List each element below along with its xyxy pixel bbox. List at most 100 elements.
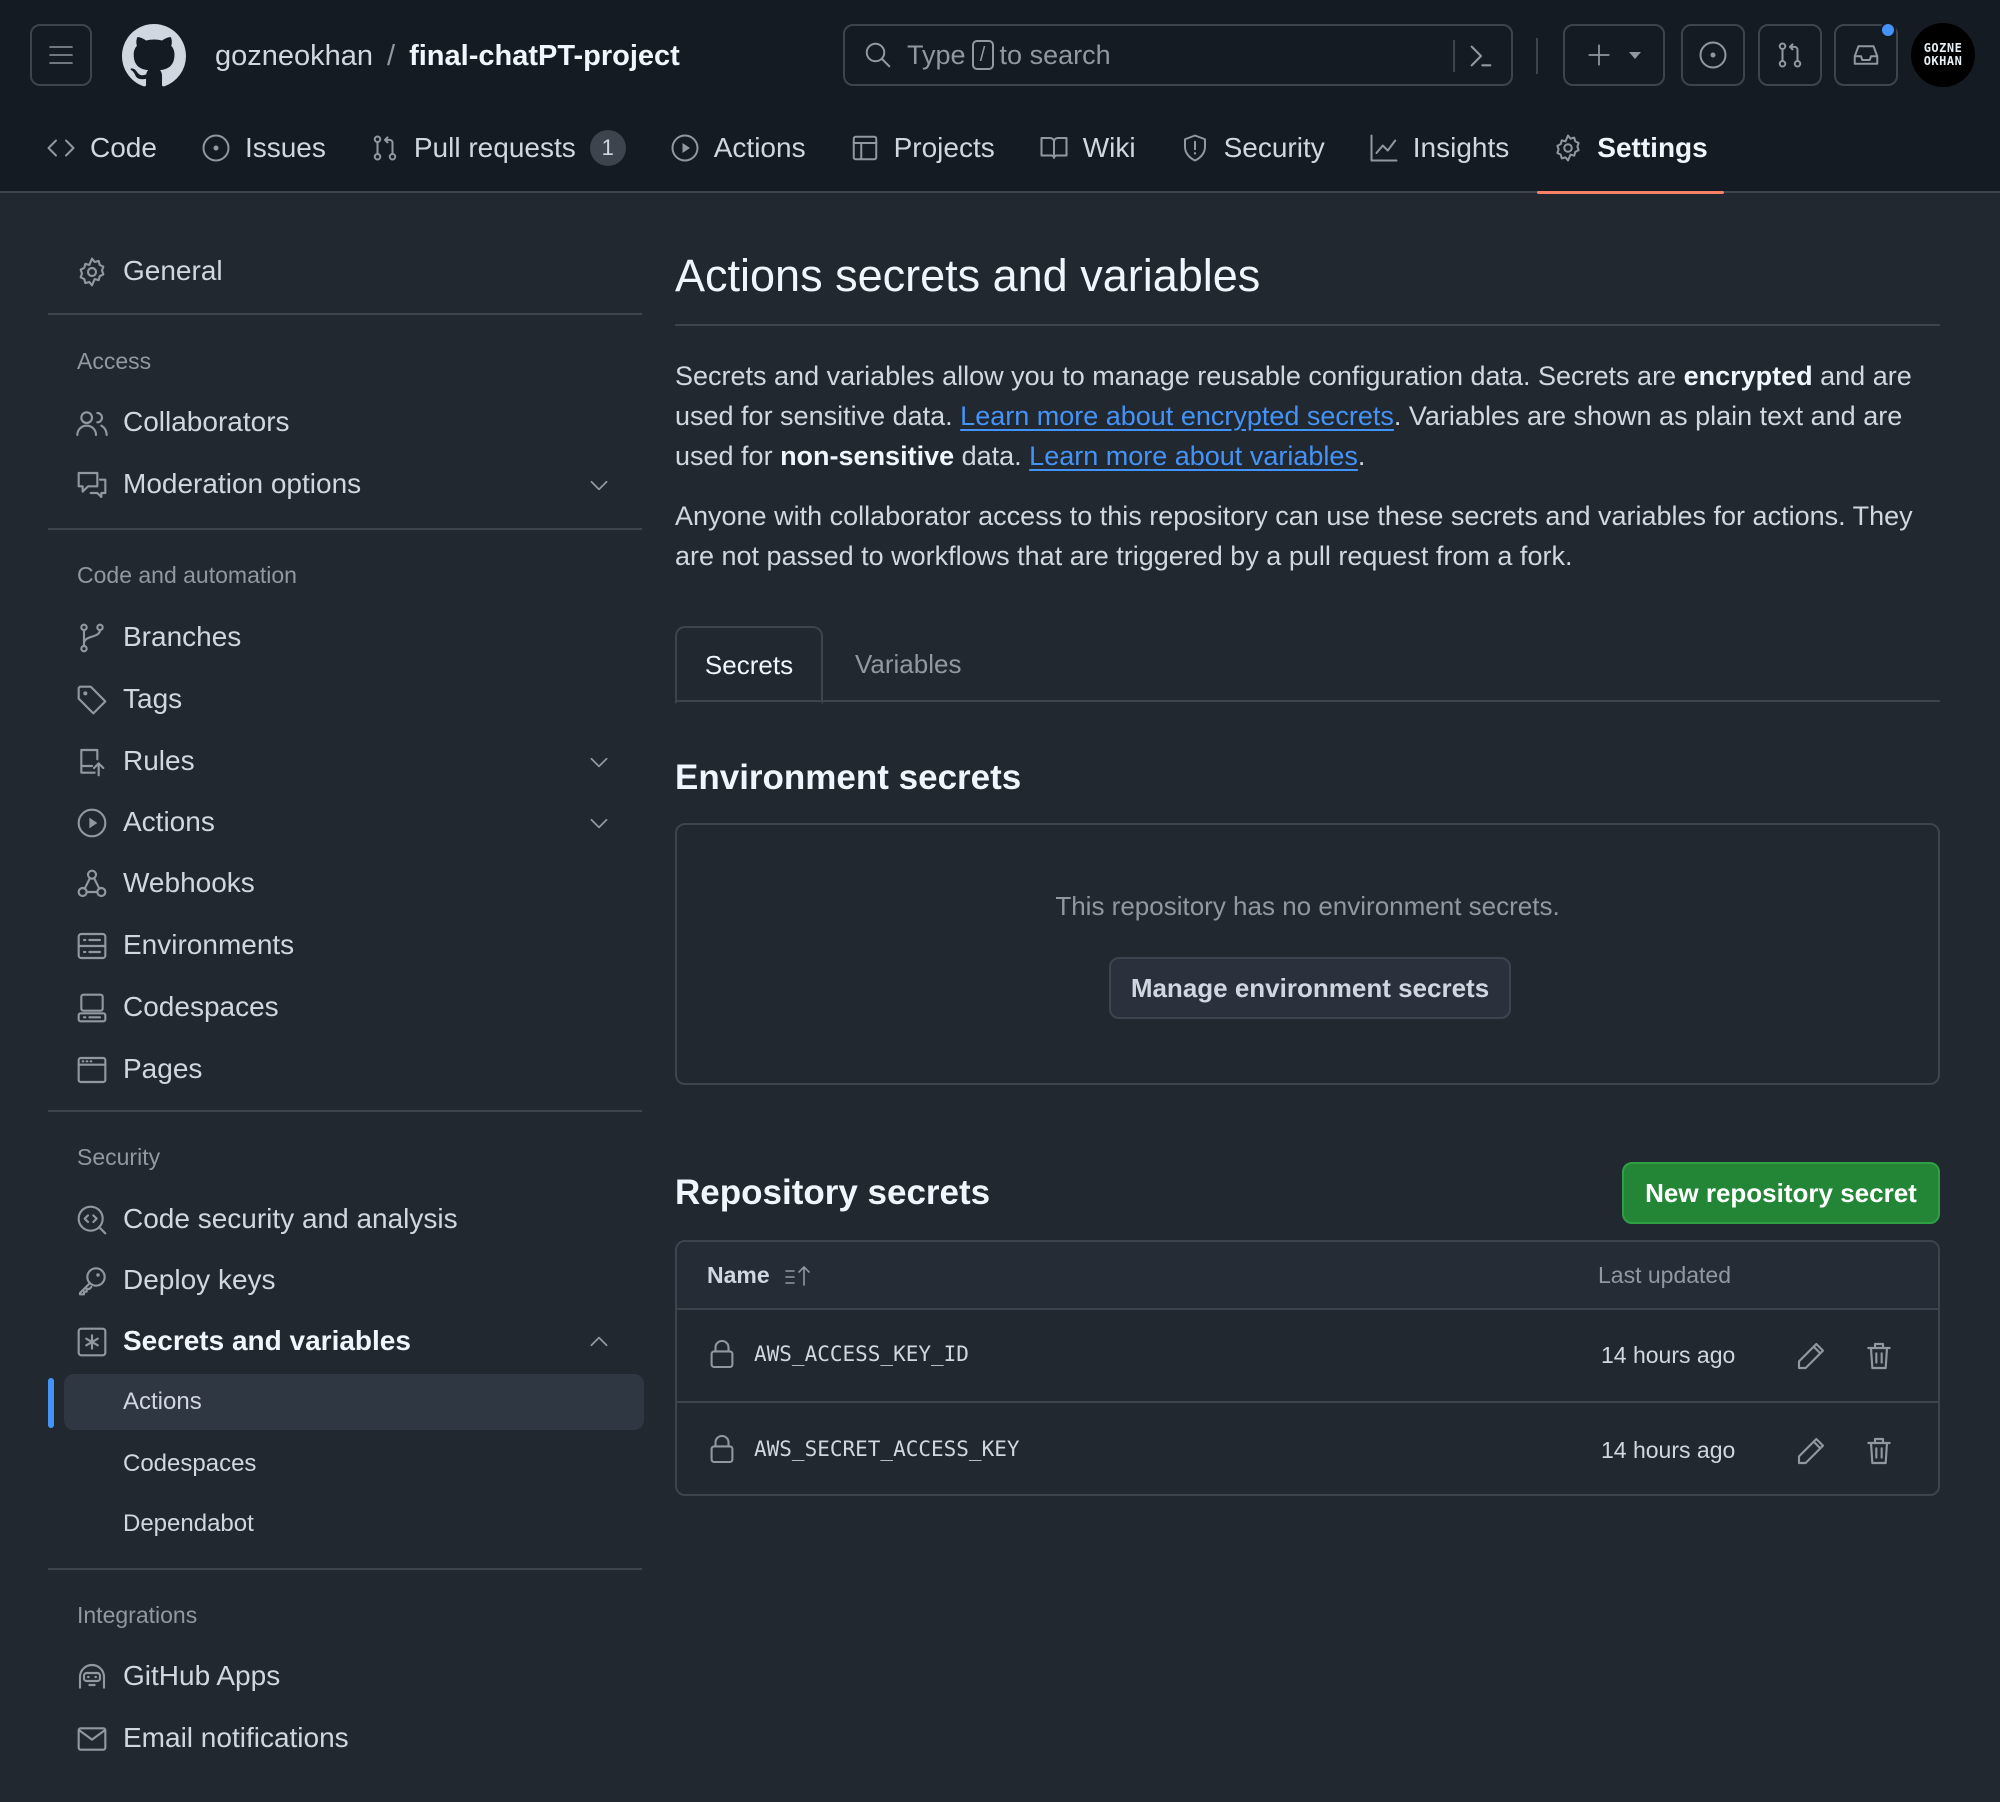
sidebar-subitem-dependabot[interactable]: Dependabot — [64, 1496, 644, 1552]
sidebar-heading-security: Security — [77, 1144, 161, 1170]
repository-secrets-table: Name Last updated AWS_ACCESS_KEY_ID 14 h… — [675, 1240, 1940, 1496]
sidebar-subitem-actions[interactable]: Actions — [64, 1374, 644, 1430]
repository-secrets-heading: Repository secrets — [675, 1173, 991, 1212]
pencil-icon[interactable] — [1795, 1435, 1827, 1467]
sidebar-item-codespaces[interactable]: Codespaces — [48, 980, 642, 1034]
tab-label: Projects — [893, 132, 995, 163]
search-placeholder-pre: Type — [907, 39, 966, 70]
tab-pull-requests[interactable]: Pull requests 1 — [370, 118, 626, 178]
sidebar-item-label: Deploy keys — [123, 1264, 276, 1295]
sidebar-item-general[interactable]: General — [48, 244, 642, 298]
lock-icon — [710, 1434, 734, 1464]
sidebar-divider — [48, 313, 642, 315]
tab-code[interactable]: Code — [46, 118, 157, 178]
tab-projects[interactable]: Projects — [850, 118, 995, 178]
sidebar-item-webhooks[interactable]: Webhooks — [48, 856, 642, 910]
avatar[interactable]: GOZNE OKHAN — [1911, 23, 1975, 87]
your-issues-button[interactable] — [1681, 24, 1745, 86]
sidebar-item-tags[interactable]: Tags — [48, 672, 642, 726]
sidebar-item-environments[interactable]: Environments — [48, 918, 642, 972]
header-divider — [1536, 38, 1538, 74]
chevron-up-icon[interactable] — [586, 1329, 612, 1355]
tab-label: Insights — [1412, 132, 1510, 163]
sidebar-item-deploy-keys[interactable]: Deploy keys — [48, 1253, 642, 1307]
avatar-text-line2: OKHAN — [1923, 54, 1963, 68]
sidebar-item-pages[interactable]: Pages — [48, 1042, 642, 1096]
server-icon — [77, 932, 107, 960]
sidebar-item-github-apps[interactable]: GitHub Apps — [48, 1649, 642, 1703]
new-repository-secret-button[interactable]: New repository secret — [1622, 1162, 1940, 1224]
sidebar-item-actions[interactable]: Actions — [48, 795, 642, 849]
issue-opened-icon — [1699, 41, 1727, 69]
manage-environment-secrets-button[interactable]: Manage environment secrets — [1109, 957, 1511, 1019]
sidebar-heading-code-automation: Code and automation — [77, 562, 297, 588]
create-new-button[interactable] — [1563, 24, 1665, 86]
tab-wiki[interactable]: Wiki — [1039, 118, 1136, 178]
table-header: Name Last updated — [677, 1242, 1938, 1310]
shield-icon — [1183, 134, 1206, 162]
comment-discussion-icon — [77, 471, 107, 499]
sidebar-item-label: Tags — [123, 683, 183, 714]
sidebar-item-code-security[interactable]: Code security and analysis — [48, 1192, 642, 1246]
tab-label: Pull requests — [413, 132, 576, 163]
breadcrumb: gozneokhan / final-chatPT-project — [215, 34, 680, 78]
menu-button[interactable] — [30, 24, 92, 86]
sidebar-item-label: Collaborators — [123, 406, 290, 437]
code-icon — [47, 139, 75, 157]
learn-more-secrets-link[interactable]: Learn more about encrypted secrets — [960, 401, 1394, 431]
trash-icon[interactable] — [1863, 1435, 1895, 1467]
notification-indicator — [1880, 22, 1896, 38]
sidebar-item-secrets-and-variables[interactable]: Secrets and variables — [48, 1314, 642, 1368]
sidebar-item-email-notifications[interactable]: Email notifications — [48, 1711, 642, 1765]
chevron-down-icon[interactable] — [586, 749, 612, 775]
gear-icon — [1556, 134, 1580, 162]
sidebar-divider — [48, 528, 642, 530]
tab-insights[interactable]: Insights — [1369, 118, 1510, 178]
codescan-icon — [77, 1205, 107, 1235]
sidebar-item-branches[interactable]: Branches — [48, 610, 642, 664]
tab-variables[interactable]: Variables — [823, 626, 993, 702]
gear-icon — [79, 257, 105, 287]
page-title: Actions secrets and variables — [675, 250, 1261, 301]
access-note-paragraph: Anyone with collaborator access to this … — [675, 501, 1913, 571]
tab-settings[interactable]: Settings — [1537, 118, 1725, 194]
triangle-down-icon — [1629, 52, 1641, 59]
sidebar-item-label: Branches — [123, 621, 242, 652]
trash-icon[interactable] — [1863, 1340, 1895, 1372]
key-asterisk-icon — [77, 1327, 107, 1357]
sidebar-heading-access: Access — [77, 348, 152, 374]
sidebar-item-rules[interactable]: Rules — [48, 734, 642, 788]
webhook-icon — [77, 869, 107, 898]
empty-state-message: This repository has no environment secre… — [1055, 891, 1560, 921]
repo-owner-link[interactable]: gozneokhan — [215, 40, 373, 73]
github-logo-icon[interactable] — [122, 24, 186, 88]
tab-issues[interactable]: Issues — [201, 118, 326, 178]
tab-actions[interactable]: Actions — [670, 118, 806, 178]
tab-secrets[interactable]: Secrets — [675, 626, 823, 704]
environment-secrets-heading: Environment secrets — [675, 758, 1022, 797]
sort-asc-icon — [784, 1265, 810, 1286]
sidebar-subitem-codespaces[interactable]: Codespaces — [64, 1436, 644, 1492]
command-palette-icon[interactable] — [1465, 40, 1497, 72]
git-pull-request-icon — [1778, 42, 1802, 68]
environment-secrets-box: This repository has no environment secre… — [675, 823, 1940, 1085]
pencil-icon[interactable] — [1795, 1340, 1827, 1372]
repo-name-link[interactable]: final-chatPT-project — [409, 40, 680, 73]
repo-nav: Code Issues Pull requests 1 Actions Proj… — [46, 118, 1752, 194]
learn-more-variables-link[interactable]: Learn more about variables — [1029, 441, 1358, 471]
your-pull-requests-button[interactable] — [1758, 24, 1822, 86]
search-divider — [1453, 40, 1455, 72]
sidebar-item-moderation-options[interactable]: Moderation options — [48, 457, 642, 511]
chevron-down-icon[interactable] — [586, 810, 612, 836]
chevron-down-icon[interactable] — [586, 472, 612, 498]
emphasis-encrypted: encrypted — [1683, 361, 1813, 391]
lock-icon — [710, 1339, 734, 1369]
sidebar-item-label: Email notifications — [123, 1722, 349, 1753]
secret-last-updated: 14 hours ago — [1601, 1437, 1736, 1463]
sidebar-item-label: Codespaces — [123, 1450, 257, 1477]
name-column-header[interactable]: Name — [707, 1262, 814, 1289]
browser-icon — [77, 1056, 107, 1084]
tab-security[interactable]: Security — [1180, 118, 1325, 178]
sidebar-item-collaborators[interactable]: Collaborators — [48, 395, 642, 449]
search-input[interactable]: Type / to search — [843, 24, 1513, 86]
